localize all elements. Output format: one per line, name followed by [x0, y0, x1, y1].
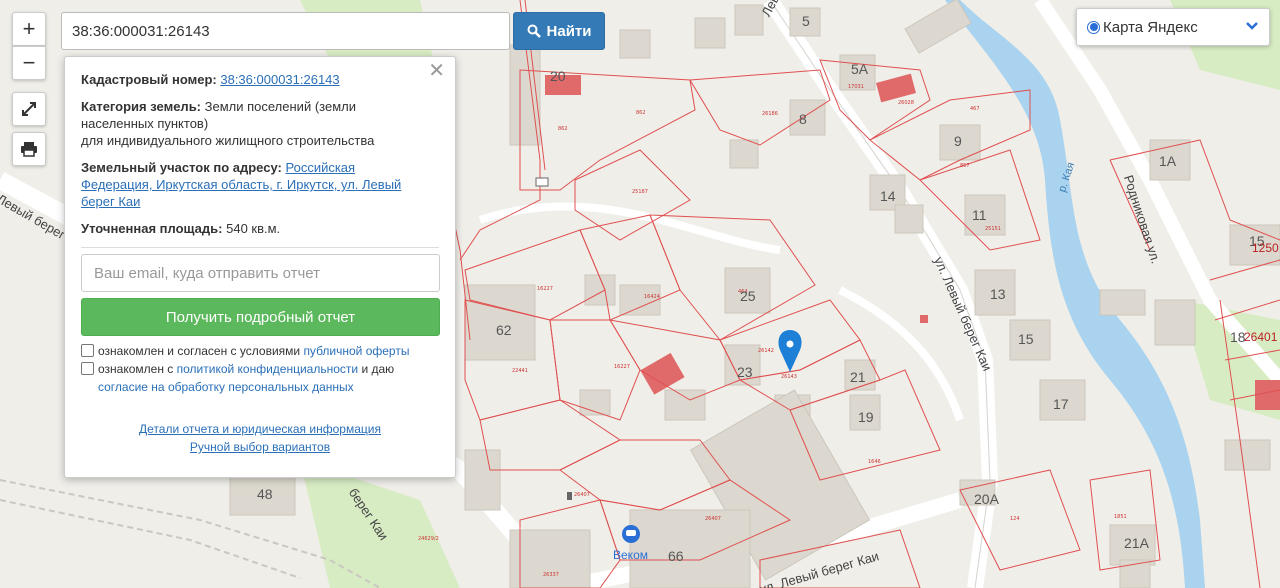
address-link-1[interactable]: Российская — [285, 160, 355, 175]
offer-checkbox[interactable] — [81, 344, 94, 357]
svg-text:26337: 26337 — [543, 572, 559, 578]
privacy-policy-link[interactable]: политикой конфиденциальности — [177, 362, 358, 376]
svg-text:24629/2: 24629/2 — [418, 536, 439, 542]
house-number: 11 — [972, 207, 987, 223]
house-number: 20А — [974, 491, 999, 507]
chevron-down-icon — [1245, 18, 1259, 36]
cadastral-link[interactable]: 38:36:000031:26143 — [220, 72, 339, 87]
house-number: 19 — [858, 409, 874, 425]
house-number: 5 — [802, 13, 810, 29]
fullscreen-button[interactable] — [12, 92, 46, 126]
house-number: 15 — [1018, 331, 1034, 347]
area-row: Уточненная площадь: 540 кв.м. — [81, 220, 439, 237]
category-label: Категория земель: — [81, 99, 202, 114]
house-number: 14 — [880, 188, 896, 204]
house-number: 21А — [1124, 535, 1149, 551]
svg-text:26407: 26407 — [705, 516, 721, 522]
svg-text:857: 857 — [960, 163, 970, 169]
svg-text:16227: 16227 — [537, 286, 553, 292]
svg-text:862: 862 — [636, 110, 646, 116]
manual-selection-link[interactable]: Ручной выбор вариантов — [190, 440, 330, 454]
map-marker-icon — [778, 330, 802, 372]
svg-text:16227: 16227 — [614, 364, 630, 370]
get-report-button[interactable]: Получить подробный отчет — [81, 298, 440, 336]
cadastral-label: Кадастровый номер: — [81, 72, 217, 87]
search-icon — [527, 24, 541, 38]
svg-text:1646: 1646 — [868, 459, 881, 465]
expand-icon — [22, 102, 36, 116]
svg-text:25151: 25151 — [985, 226, 1001, 232]
privacy-text-b: и даю — [358, 362, 395, 376]
plus-icon: + — [22, 16, 36, 41]
address-link-2[interactable]: Федерация, Иркутская область, г. Иркутск… — [81, 177, 401, 192]
privacy-consent-row[interactable]: ознакомлен с политикой конфиденциальност… — [81, 360, 439, 396]
minus-icon: − — [22, 50, 36, 75]
house-number: 48 — [257, 486, 273, 502]
house-number: 13 — [990, 286, 1006, 302]
search-button[interactable]: Найти — [513, 12, 605, 50]
print-icon — [21, 142, 37, 157]
offer-link[interactable]: публичной оферты — [303, 344, 409, 358]
zoom-in-button[interactable]: + — [12, 12, 46, 46]
svg-text:26028: 26028 — [898, 100, 914, 106]
svg-text:26143: 26143 — [781, 374, 797, 380]
house-number: 5А — [851, 61, 869, 77]
parcel-number: 26401 — [1244, 330, 1278, 344]
print-button[interactable] — [12, 132, 46, 166]
house-number: 62 — [496, 322, 512, 338]
parcel-info-popup: ✕ Кадастровый номер: 38:36:000031:26143 … — [64, 56, 456, 478]
svg-text:26142: 26142 — [758, 348, 774, 354]
svg-text:25187: 25187 — [632, 189, 648, 195]
privacy-text-a: ознакомлен с — [98, 362, 177, 376]
svg-text:862: 862 — [558, 126, 568, 132]
privacy-checkbox[interactable] — [81, 362, 94, 375]
offer-consent-text: ознакомлен и согласен с условиями — [98, 344, 304, 358]
map-layer-label: Карта Яндекс — [1103, 18, 1198, 36]
area-label: Уточненная площадь: — [81, 221, 223, 236]
category-value-2: населенных пунктов) — [81, 116, 209, 131]
footer-links: Детали отчета и юридическая информация Р… — [81, 420, 439, 456]
house-number: 23 — [737, 364, 753, 380]
svg-text:124: 124 — [1010, 516, 1020, 522]
map-layer-select[interactable]: Карта Яндекс — [1076, 8, 1270, 46]
house-number: 25 — [740, 288, 756, 304]
cadastral-row: Кадастровый номер: 38:36:000031:26143 — [81, 71, 439, 88]
area-value: 540 кв.м. — [226, 221, 281, 236]
divider — [81, 247, 439, 248]
zoom-out-button[interactable]: − — [12, 46, 46, 80]
house-number: 17 — [1053, 396, 1069, 412]
offer-consent-row[interactable]: ознакомлен и согласен с условиями публич… — [81, 342, 439, 360]
address-link-3[interactable]: берег Каи — [81, 194, 140, 209]
radio-selected-icon — [1087, 20, 1100, 34]
svg-text:1851: 1851 — [1114, 514, 1127, 520]
address-row: Земельный участок по адресу: Российская … — [81, 159, 439, 210]
cadastral-search-input[interactable] — [61, 12, 510, 50]
house-number: 1А — [1159, 153, 1177, 169]
svg-text:17031: 17031 — [848, 84, 864, 90]
svg-text:467: 467 — [970, 106, 980, 112]
house-number: 21 — [850, 369, 866, 385]
report-details-link[interactable]: Детали отчета и юридическая информация — [139, 422, 381, 436]
close-icon[interactable]: ✕ — [428, 61, 445, 81]
address-label: Земельный участок по адресу: — [81, 160, 282, 175]
svg-text:26186: 26186 — [762, 111, 778, 117]
svg-text:26407: 26407 — [574, 492, 590, 498]
category-value-3: для индивидуального жилищного строительс… — [81, 133, 375, 148]
house-number: 20 — [550, 68, 566, 84]
category-row: Категория земель: Земли поселений (земли… — [81, 98, 439, 149]
get-report-label: Получить подробный отчет — [165, 308, 356, 326]
category-value-1: Земли поселений (земли — [204, 99, 356, 114]
house-number: 66 — [668, 548, 684, 564]
poi-label: Веком — [613, 548, 648, 562]
personal-data-consent-link[interactable]: согласие на обработку персональных данны… — [98, 380, 354, 394]
house-number: 9 — [954, 133, 962, 149]
parcel-number: 1250 — [1252, 241, 1279, 255]
search-button-label: Найти — [546, 22, 592, 40]
svg-text:16424: 16424 — [644, 294, 660, 300]
house-number: 8 — [799, 111, 807, 127]
svg-text:22441: 22441 — [512, 368, 528, 374]
email-field[interactable] — [81, 254, 440, 292]
